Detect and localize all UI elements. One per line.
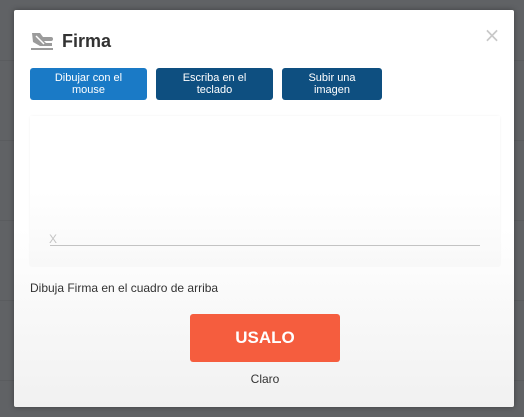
dialog-header: Firma [30,28,111,54]
draw-with-mouse-button[interactable]: Dibujar con el mouse [30,68,147,100]
dialog-title: Firma [62,30,112,51]
close-icon[interactable]: × [483,25,501,45]
instructions-text: Dibuja Firma en el cuadro de arriba [30,281,219,295]
signature-canvas-surface [30,116,500,266]
upload-image-button[interactable]: Subir una imagen [282,68,382,100]
use-signature-button[interactable]: USALO [190,314,340,362]
signature-dialog: Firma × Dibujar con el mouse Escriba en … [14,10,514,407]
signature-canvas[interactable]: X [30,116,500,266]
signature-mark: X [49,232,58,246]
type-with-keyboard-button[interactable]: Escriba en el teclado [156,68,273,100]
signature-mode-tabs: Dibujar con el mouse Escriba en el tecla… [30,68,391,100]
signature-hand-icon [31,33,53,50]
signature-line [50,245,480,246]
clear-link[interactable]: Claro [190,372,340,386]
